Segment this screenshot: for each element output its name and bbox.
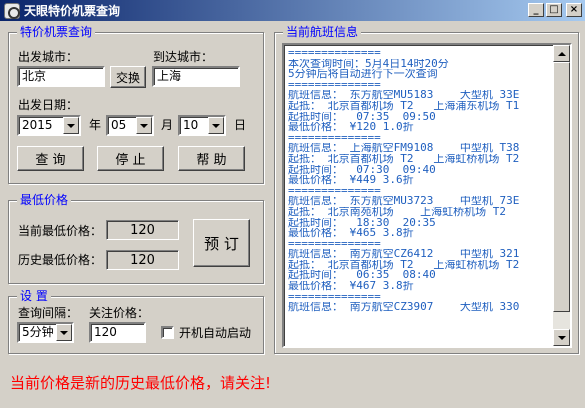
- chevron-down-icon[interactable]: [56, 324, 72, 341]
- interval-value: 5分钟: [22, 325, 54, 339]
- history-lowest-value: 120: [106, 250, 179, 270]
- year-unit: 年: [89, 118, 102, 132]
- flight-info-lines: ============== 本次查询时间：5月4日14时20分 5分钟后将自动进行…: [288, 48, 550, 313]
- flight-info-line: 起抵： 北京首都机场 T2 上海浦东机场 T1: [288, 100, 520, 112]
- flight-info-line: 航班信息： 南方航空CZ3907 大型机 330: [288, 302, 520, 313]
- book-button[interactable]: 预 订: [193, 219, 250, 267]
- flight-info-legend: 当前航班信息: [283, 25, 362, 39]
- app-icon: [4, 2, 20, 19]
- flight-info-line: 起抵时间： 18:30 20:35: [288, 217, 436, 229]
- chevron-down-icon[interactable]: [208, 117, 224, 134]
- scroll-thumb[interactable]: [553, 62, 570, 312]
- flight-info-line: 5分钟后将自动进行下一次查询: [288, 69, 438, 80]
- vertical-scrollbar[interactable]: [553, 45, 570, 346]
- flight-info-line: ==============: [288, 238, 381, 250]
- flight-info-line: ==============: [288, 48, 381, 59]
- flight-info-line: 本次查询时间：5月4日14时20分: [288, 58, 449, 70]
- query-group-legend: 特价机票查询: [17, 25, 96, 39]
- month-select[interactable]: 05: [106, 115, 154, 136]
- lowest-price-legend: 最低价格: [17, 193, 72, 207]
- interval-label: 查询间隔：: [18, 306, 79, 320]
- autostart-label[interactable]: 开机自动启动: [179, 326, 251, 340]
- flight-info-line: 最低价格： ¥449 3.6折: [288, 175, 414, 186]
- swap-button[interactable]: 交换: [110, 66, 146, 88]
- year-select[interactable]: 2015: [17, 115, 81, 136]
- flight-info-line: ==============: [288, 185, 381, 197]
- history-lowest-label: 历史最低价格：: [18, 253, 103, 267]
- flight-info-line: 最低价格： ¥467 3.8折: [288, 281, 414, 292]
- day-value: 10: [183, 118, 199, 132]
- day-unit: 日: [234, 118, 247, 132]
- flight-info-line: 起抵： 北京首都机场 T2 上海虹桥机场 T2: [288, 153, 520, 165]
- current-lowest-value: 120: [106, 220, 179, 240]
- interval-select[interactable]: 5分钟: [17, 322, 74, 343]
- settings-legend: 设 置: [17, 289, 51, 303]
- watch-price-input[interactable]: 120: [89, 322, 146, 343]
- flight-info-line: 起抵时间： 06:35 08:40: [288, 270, 436, 282]
- flight-info-line: 起抵时间： 07:35 09:50: [288, 111, 436, 123]
- flight-info-line: 起抵时间： 07:30 09:40: [288, 164, 436, 176]
- to-city-input[interactable]: 上海: [152, 66, 240, 87]
- maximize-button[interactable]: □: [546, 3, 562, 17]
- minimize-button[interactable]: _: [528, 3, 544, 17]
- autostart-checkbox[interactable]: [161, 326, 174, 339]
- watch-price-label: 关注价格：: [89, 306, 150, 320]
- day-select[interactable]: 10: [178, 115, 226, 136]
- flight-info-line: 航班信息： 南方航空CZ6412 中型机 321: [288, 249, 520, 260]
- scroll-up-icon[interactable]: [553, 45, 570, 62]
- month-unit: 月: [161, 118, 174, 132]
- from-city-label: 出发城市：: [18, 50, 79, 64]
- query-button[interactable]: 查 询: [17, 146, 84, 171]
- close-button[interactable]: ×: [566, 3, 582, 17]
- flight-info-line: 起抵： 北京南苑机场 上海虹桥机场 T2: [288, 206, 506, 218]
- flight-info-list[interactable]: ============== 本次查询时间：5月4日14时20分 5分钟后将自动进行…: [282, 43, 572, 348]
- stop-button[interactable]: 停 止: [97, 146, 164, 171]
- month-value: 05: [111, 118, 127, 132]
- flight-info-line: 航班信息： 东方航空MU3723 中型机 73E: [288, 196, 520, 207]
- to-city-label: 到达城市：: [153, 50, 214, 64]
- title-bar: 天眼特价机票查询 _ □ ×: [0, 0, 585, 21]
- help-button[interactable]: 帮 助: [178, 146, 245, 171]
- date-label: 出发日期：: [18, 98, 79, 112]
- window-title: 天眼特价机票查询: [24, 4, 121, 18]
- chevron-down-icon[interactable]: [136, 117, 152, 134]
- status-message: 当前价格是新的历史最低价格，请关注!: [10, 374, 272, 392]
- flight-info-line: ==============: [288, 132, 381, 144]
- flight-info-line: 起抵： 北京首都机场 T2 上海虹桥机场 T2: [288, 259, 520, 271]
- chevron-down-icon[interactable]: [63, 117, 79, 134]
- flight-info-line: 最低价格： ¥120 1.0折: [288, 122, 414, 133]
- flight-info-line: 航班信息： 上海航空FM9108 中型机 T38: [288, 143, 520, 154]
- from-city-input[interactable]: 北京: [17, 66, 105, 87]
- flight-info-line: ==============: [288, 79, 381, 91]
- flight-info-line: 最低价格： ¥465 3.8折: [288, 228, 414, 239]
- current-lowest-label: 当前最低价格：: [18, 224, 103, 238]
- scroll-down-icon[interactable]: [553, 329, 570, 346]
- flight-info-line: 航班信息： 东方航空MU5183 大型机 33E: [288, 90, 520, 101]
- year-value: 2015: [22, 118, 53, 132]
- flight-info-line: ==============: [288, 291, 381, 303]
